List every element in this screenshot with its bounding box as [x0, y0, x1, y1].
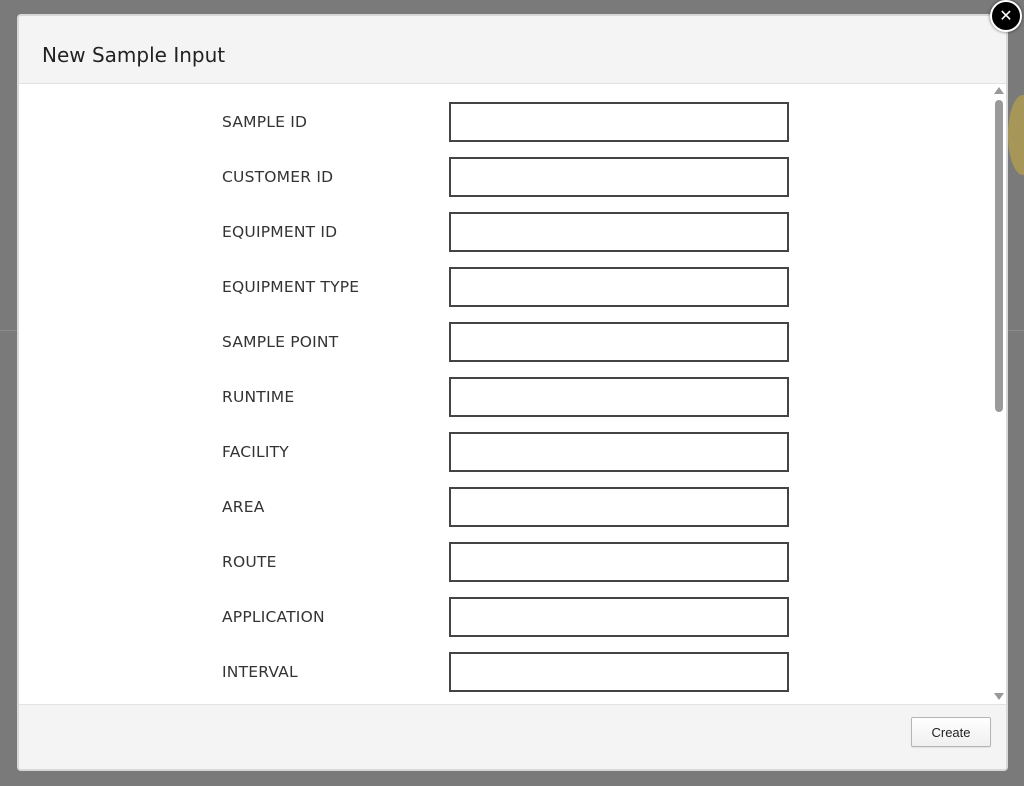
new-sample-modal: New Sample Input SAMPLE ID CUSTOMER ID E…	[17, 14, 1008, 771]
modal-title: New Sample Input	[42, 43, 226, 67]
form-row-interval: INTERVAL	[19, 652, 994, 692]
facility-input[interactable]	[449, 432, 789, 472]
field-label: AREA	[222, 498, 265, 516]
close-icon: ✕	[999, 6, 1013, 25]
field-label: EQUIPMENT ID	[222, 223, 338, 241]
equipment-id-input[interactable]	[449, 212, 789, 252]
form-row-equipment-id: EQUIPMENT ID	[19, 212, 994, 252]
sample-point-input[interactable]	[449, 322, 789, 362]
customer-id-input[interactable]	[449, 157, 789, 197]
form-row-equipment-type: EQUIPMENT TYPE	[19, 267, 994, 307]
scroll-up-arrow-icon[interactable]	[994, 87, 1004, 94]
field-label: INTERVAL	[222, 663, 298, 681]
field-label: RUNTIME	[222, 388, 295, 406]
application-input[interactable]	[449, 597, 789, 637]
form-row-facility: FACILITY	[19, 432, 994, 472]
field-label: FACILITY	[222, 443, 289, 461]
field-label: APPLICATION	[222, 608, 325, 626]
form-row-area: AREA	[19, 487, 994, 527]
modal-footer: Create	[19, 704, 1006, 769]
form-row-sample-id: SAMPLE ID	[19, 102, 994, 142]
route-input[interactable]	[449, 542, 789, 582]
runtime-input[interactable]	[449, 377, 789, 417]
modal-body[interactable]: SAMPLE ID CUSTOMER ID EQUIPMENT ID EQUIP…	[19, 84, 994, 704]
field-label: ROUTE	[222, 553, 277, 571]
scroll-thumb[interactable]	[995, 100, 1003, 412]
field-label: SAMPLE ID	[222, 113, 308, 131]
modal-header: New Sample Input	[19, 16, 1006, 84]
form-row-customer-id: CUSTOMER ID	[19, 157, 994, 197]
field-label: CUSTOMER ID	[222, 168, 334, 186]
scroll-down-arrow-icon[interactable]	[994, 693, 1004, 700]
close-button[interactable]: ✕	[990, 0, 1022, 32]
vertical-scrollbar[interactable]	[992, 84, 1006, 704]
equipment-type-input[interactable]	[449, 267, 789, 307]
field-label: SAMPLE POINT	[222, 333, 339, 351]
interval-input[interactable]	[449, 652, 789, 692]
form-row-route: ROUTE	[19, 542, 994, 582]
area-input[interactable]	[449, 487, 789, 527]
form-row-sample-point: SAMPLE POINT	[19, 322, 994, 362]
form-row-runtime: RUNTIME	[19, 377, 994, 417]
field-label: EQUIPMENT TYPE	[222, 278, 360, 296]
sample-id-input[interactable]	[449, 102, 789, 142]
form-row-application: APPLICATION	[19, 597, 994, 637]
create-button[interactable]: Create	[911, 717, 991, 747]
